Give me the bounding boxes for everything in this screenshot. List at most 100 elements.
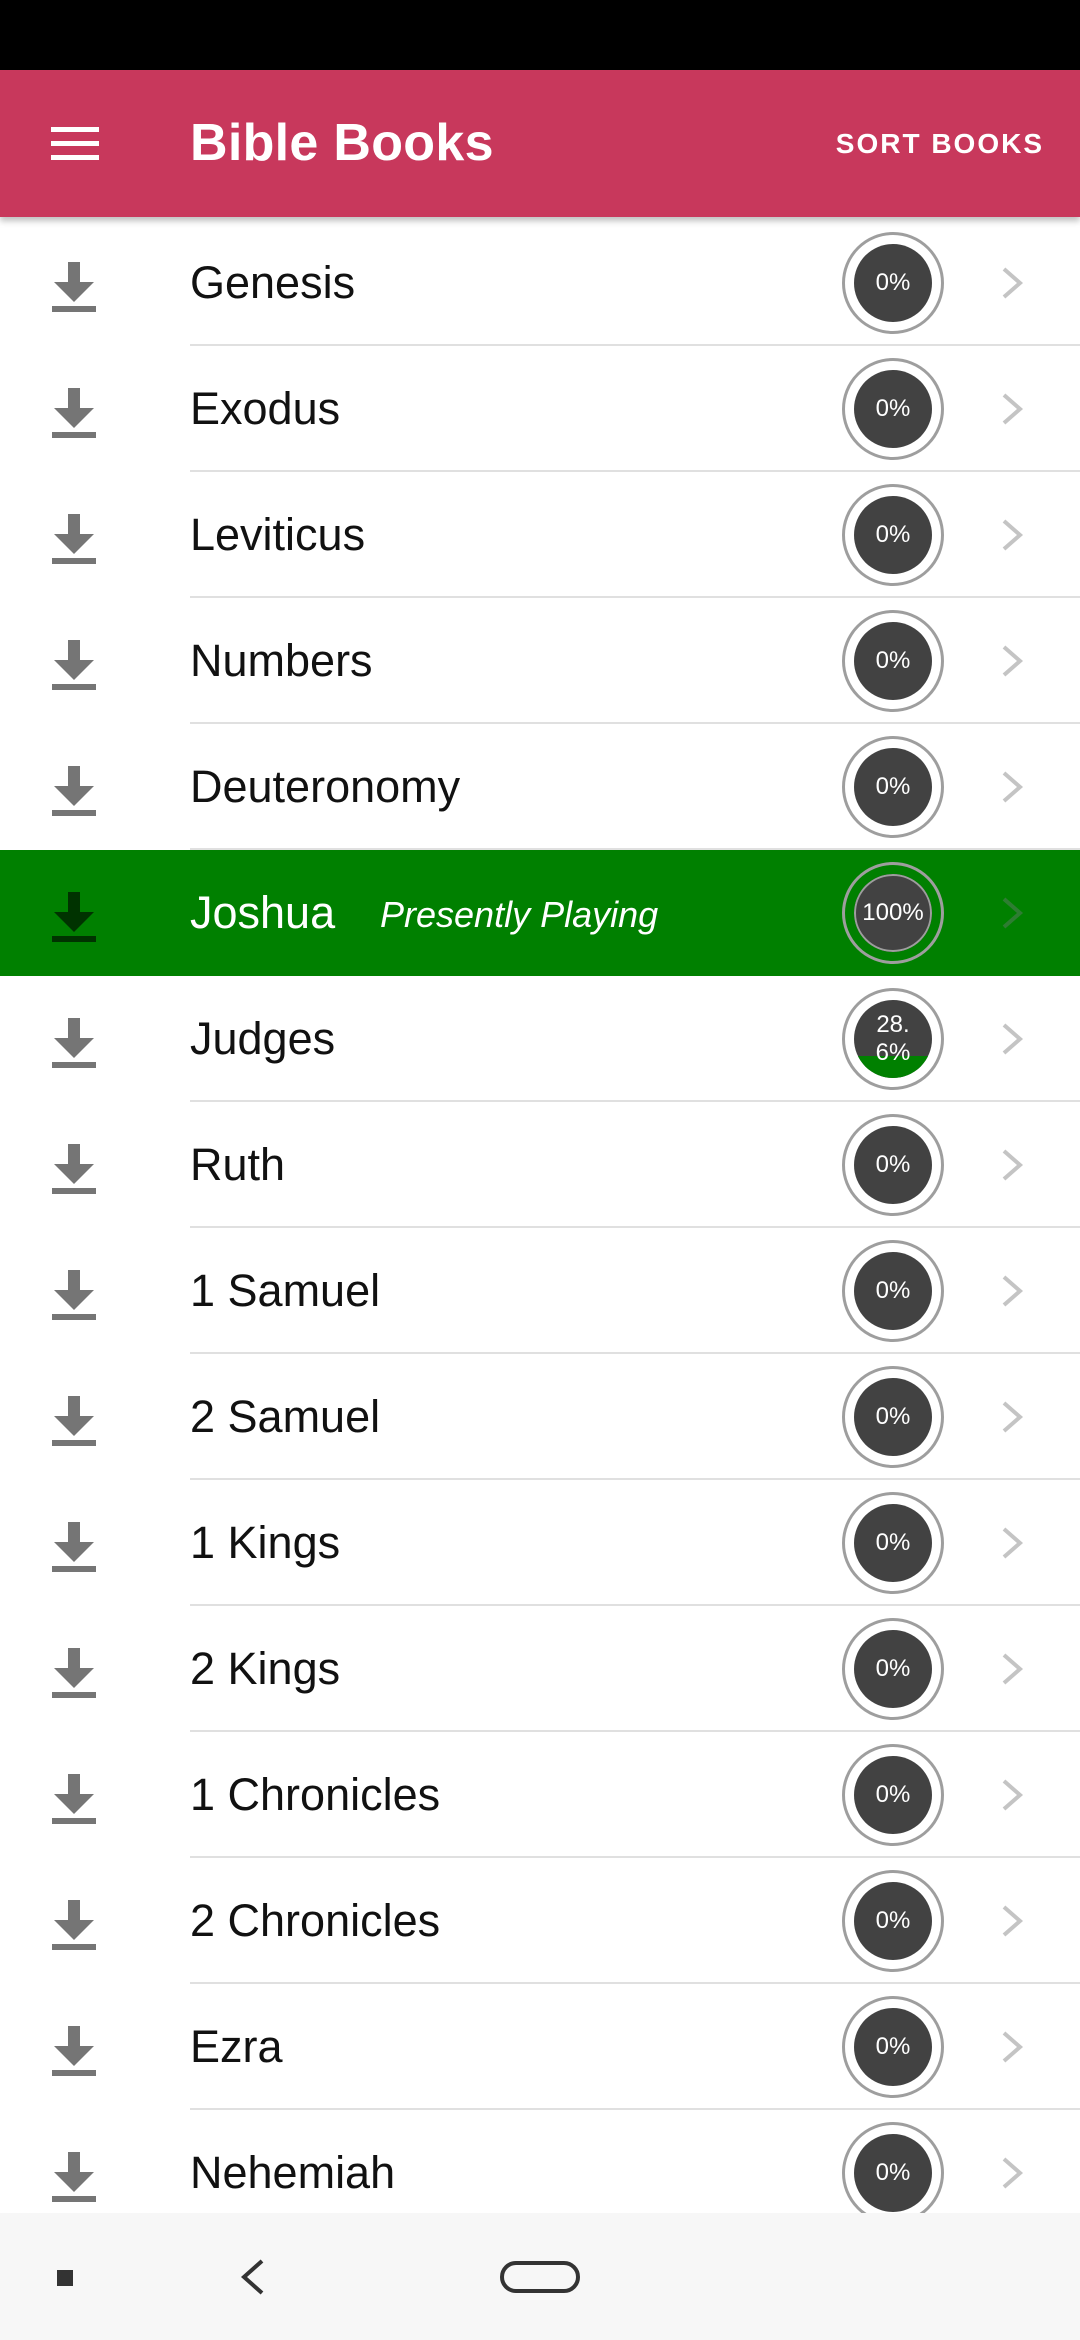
chevron-right-icon[interactable]: [998, 1649, 1026, 1689]
book-row[interactable]: 2 Kings 0%: [0, 1606, 1080, 1732]
chevron-right-icon[interactable]: [998, 1901, 1026, 1941]
progress-disc: 0%: [854, 1126, 932, 1204]
progress-percent: 0%: [875, 1277, 911, 1304]
progress-disc: 0%: [854, 748, 932, 826]
download-icon[interactable]: [44, 2022, 104, 2078]
progress-percent: 0%: [875, 2159, 911, 2186]
progress-indicator: 28.6%: [842, 988, 944, 1090]
download-icon[interactable]: [44, 2148, 104, 2204]
download-icon[interactable]: [44, 510, 104, 566]
progress-disc: 0%: [854, 1504, 932, 1582]
book-name: 2 Chronicles: [190, 1895, 441, 1946]
progress-percent: 0%: [875, 2033, 911, 2060]
book-name: Nehemiah: [190, 2147, 396, 2198]
download-icon[interactable]: [44, 1644, 104, 1700]
book-name: 1 Samuel: [190, 1265, 381, 1316]
download-icon[interactable]: [44, 1392, 104, 1448]
progress-disc: 100%: [854, 874, 932, 952]
progress-disc: 0%: [854, 496, 932, 574]
book-name: Deuteronomy: [190, 761, 461, 812]
chevron-right-icon[interactable]: [998, 515, 1026, 555]
status-bar: [0, 0, 1080, 70]
chevron-right-icon[interactable]: [998, 1523, 1026, 1563]
download-icon[interactable]: [44, 258, 104, 314]
sort-books-button[interactable]: SORT BOOKS: [836, 70, 1044, 217]
book-row[interactable]: 1 Kings 0%: [0, 1480, 1080, 1606]
book-name: 1 Kings: [190, 1517, 341, 1568]
book-row[interactable]: Leviticus 0%: [0, 472, 1080, 598]
progress-indicator: 0%: [842, 1366, 944, 1468]
book-name: Ezra: [190, 2021, 283, 2072]
download-icon[interactable]: [44, 1266, 104, 1322]
progress-disc: 0%: [854, 2134, 932, 2212]
chevron-right-icon[interactable]: [998, 1775, 1026, 1815]
progress-disc: 0%: [854, 370, 932, 448]
progress-indicator: 0%: [842, 1618, 944, 1720]
book-row[interactable]: Exodus 0%: [0, 346, 1080, 472]
progress-disc: 0%: [854, 1756, 932, 1834]
progress-indicator: 0%: [842, 1870, 944, 1972]
progress-indicator: 0%: [842, 2122, 944, 2213]
book-row[interactable]: 2 Samuel 0%: [0, 1354, 1080, 1480]
download-icon[interactable]: [44, 1896, 104, 1952]
back-icon[interactable]: [236, 2257, 268, 2297]
chevron-right-icon[interactable]: [998, 1397, 1026, 1437]
download-icon[interactable]: [44, 1518, 104, 1574]
recents-icon[interactable]: [57, 2270, 73, 2286]
book-name: Ruth: [190, 1139, 286, 1190]
chevron-right-icon[interactable]: [998, 2027, 1026, 2067]
book-row[interactable]: 2 Chronicles 0%: [0, 1858, 1080, 1984]
chevron-right-icon[interactable]: [998, 767, 1026, 807]
app-bar: Bible Books SORT BOOKS: [0, 70, 1080, 217]
download-icon[interactable]: [44, 1140, 104, 1196]
progress-disc: 0%: [854, 1378, 932, 1456]
book-name: Joshua: [190, 887, 336, 938]
book-row[interactable]: Ezra 0%: [0, 1984, 1080, 2110]
download-icon[interactable]: [44, 1770, 104, 1826]
book-row[interactable]: Ruth 0%: [0, 1102, 1080, 1228]
progress-percent: 28.6%: [875, 1011, 911, 1066]
book-name: Genesis: [190, 257, 356, 308]
progress-percent: 0%: [875, 647, 911, 674]
book-row[interactable]: Genesis 0%: [0, 220, 1080, 346]
book-name: Exodus: [190, 383, 341, 434]
download-icon[interactable]: [44, 888, 104, 944]
progress-indicator: 0%: [842, 484, 944, 586]
book-row[interactable]: Joshua Presently Playing 100%: [0, 850, 1080, 976]
chevron-right-icon[interactable]: [998, 2153, 1026, 2193]
book-row[interactable]: Deuteronomy 0%: [0, 724, 1080, 850]
chevron-right-icon[interactable]: [998, 1019, 1026, 1059]
chevron-right-icon[interactable]: [998, 1271, 1026, 1311]
progress-disc: 0%: [854, 1882, 932, 1960]
progress-percent: 100%: [862, 899, 924, 926]
progress-percent: 0%: [875, 521, 911, 548]
download-icon[interactable]: [44, 384, 104, 440]
chevron-right-icon[interactable]: [998, 641, 1026, 681]
chevron-right-icon[interactable]: [998, 1145, 1026, 1185]
download-icon[interactable]: [44, 636, 104, 692]
home-icon[interactable]: [500, 2261, 580, 2293]
progress-indicator: 0%: [842, 1996, 944, 2098]
chevron-right-icon[interactable]: [998, 389, 1026, 429]
book-row[interactable]: Numbers 0%: [0, 598, 1080, 724]
book-list: Genesis 0% Exodus 0% Leviticus 0% Numbers 0% Deu…: [0, 217, 1080, 2213]
book-row[interactable]: 1 Chronicles 0%: [0, 1732, 1080, 1858]
progress-indicator: 0%: [842, 1114, 944, 1216]
progress-percent: 0%: [875, 269, 911, 296]
progress-percent: 0%: [875, 1529, 911, 1556]
book-row[interactable]: 1 Samuel 0%: [0, 1228, 1080, 1354]
book-name: 2 Kings: [190, 1643, 341, 1694]
progress-percent: 0%: [875, 1655, 911, 1682]
chevron-right-icon[interactable]: [998, 893, 1026, 933]
book-name: Leviticus: [190, 509, 366, 560]
now-playing-label: Presently Playing: [380, 894, 659, 935]
book-name: Judges: [190, 1013, 336, 1064]
chevron-right-icon[interactable]: [998, 263, 1026, 303]
progress-percent: 0%: [875, 773, 911, 800]
book-row[interactable]: Nehemiah 0%: [0, 2110, 1080, 2213]
menu-button[interactable]: [30, 98, 120, 188]
book-row[interactable]: Judges 28.6%: [0, 976, 1080, 1102]
download-icon[interactable]: [44, 1014, 104, 1070]
download-icon[interactable]: [44, 762, 104, 818]
menu-icon: [51, 127, 99, 160]
